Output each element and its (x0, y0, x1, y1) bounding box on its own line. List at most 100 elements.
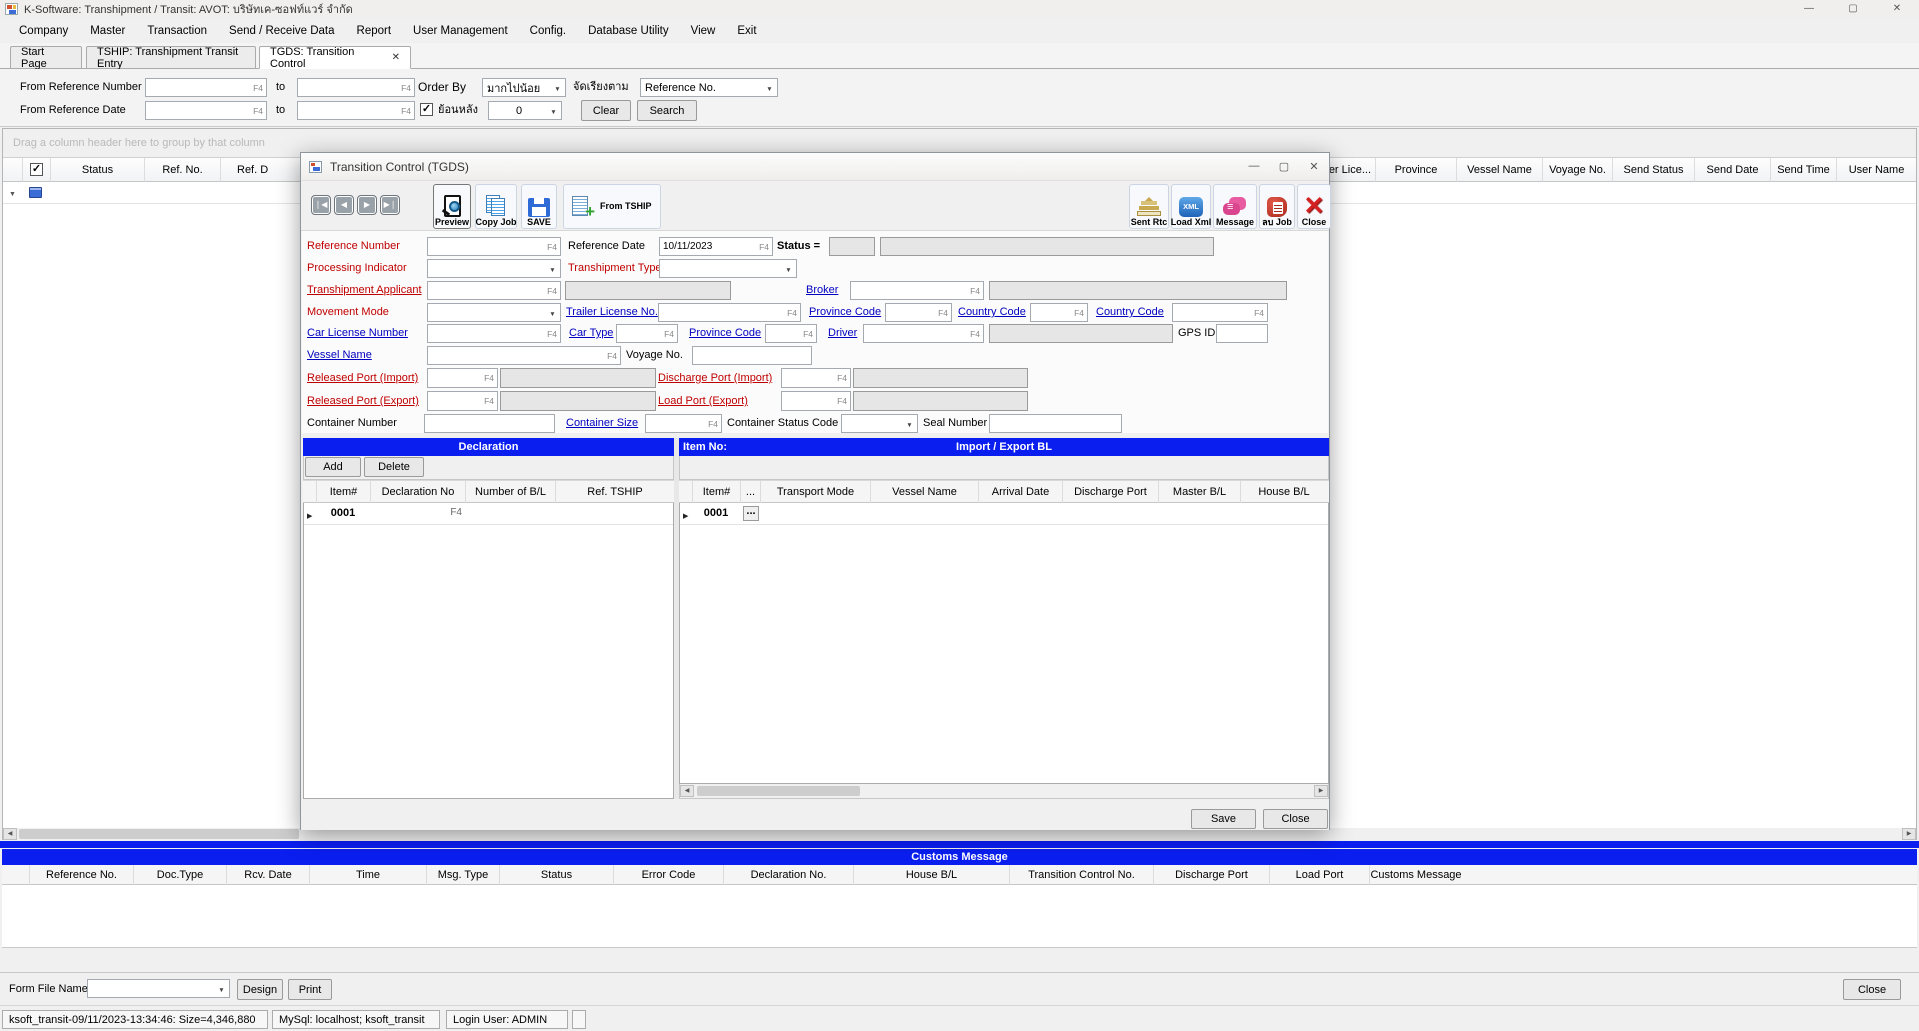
scroll-thumb[interactable] (697, 786, 860, 796)
col-ref-no[interactable]: Ref. No. (145, 158, 221, 182)
declaration-row[interactable]: 0001 F4 (304, 503, 673, 525)
declaration-add-button[interactable]: Add (305, 457, 361, 477)
declaration-delete-button[interactable]: Delete (364, 457, 424, 477)
next-record-icon[interactable]: ▶ (357, 195, 377, 215)
declaration-col-item[interactable]: Item# (317, 481, 371, 503)
seal-number-input[interactable] (989, 414, 1122, 433)
sent-rtc-button[interactable]: Sent Rtc (1129, 184, 1169, 229)
load-xml-button[interactable]: XML Load Xml (1171, 184, 1211, 229)
menu-exit[interactable]: Exit (726, 25, 767, 37)
prev-record-icon[interactable]: ◀ (334, 195, 354, 215)
search-button[interactable]: Search (637, 100, 697, 121)
trailer-license-no-input[interactable]: F4 (658, 303, 801, 322)
from-tship-button[interactable]: + From TSHIP (563, 184, 661, 229)
broker-label[interactable]: Broker (806, 281, 838, 299)
container-number-input[interactable] (424, 414, 555, 433)
col-ref-d[interactable]: Ref. D (221, 158, 303, 182)
customs-col-reference-no[interactable]: Reference No. (30, 865, 134, 885)
tab-start-page[interactable]: Start Page (10, 46, 82, 69)
tab-close-icon[interactable]: ✕ (392, 52, 400, 63)
container-status-code-select[interactable] (841, 414, 918, 433)
bl-col-house-bl[interactable]: House B/L (1241, 481, 1327, 503)
country-code-2-input[interactable]: F4 (1172, 303, 1268, 322)
dialog-save-button[interactable]: Save (1191, 809, 1256, 829)
maximize-icon[interactable]: ▢ (1831, 0, 1875, 18)
bl-col-vessel-name[interactable]: Vessel Name (871, 481, 979, 503)
released-port-export-label[interactable]: Released Port (Export) (307, 392, 419, 410)
bl-col-discharge-port[interactable]: Discharge Port (1063, 481, 1159, 503)
delete-job-button[interactable]: ลบ Job (1259, 184, 1295, 229)
col-status[interactable]: Status (51, 158, 145, 182)
country-code-input[interactable]: F4 (1030, 303, 1088, 322)
dialog-maximize-icon[interactable]: ▢ (1269, 160, 1299, 173)
tab-tship[interactable]: TSHIP: Transhipment Transit Entry (86, 46, 256, 69)
customs-col-discharge-port[interactable]: Discharge Port (1154, 865, 1270, 885)
close-job-button[interactable]: ✕ Close (1297, 184, 1331, 229)
menu-config[interactable]: Config. (519, 25, 577, 37)
gps-id-input[interactable] (1216, 324, 1268, 343)
col-send-status[interactable]: Send Status (1613, 158, 1695, 182)
declaration-no-cell-f4[interactable]: F4 (370, 507, 462, 518)
load-port-export-label[interactable]: Load Port (Export) (658, 392, 748, 410)
menu-report[interactable]: Report (346, 25, 403, 37)
container-size-input[interactable]: F4 (645, 414, 722, 433)
customs-col-load-port[interactable]: Load Port (1270, 865, 1370, 885)
declaration-col-number-of-bl[interactable]: Number of B/L (466, 481, 556, 503)
minimize-icon[interactable]: — (1787, 0, 1831, 18)
print-button[interactable]: Print (288, 979, 332, 1000)
country-code-2-label[interactable]: Country Code (1096, 303, 1164, 321)
transhipment-applicant-input[interactable]: F4 (427, 281, 561, 300)
discharge-port-import-input[interactable]: F4 (781, 368, 851, 388)
customs-col-transition-control-no[interactable]: Transition Control No. (1010, 865, 1154, 885)
vessel-name-input[interactable]: F4 (427, 346, 621, 365)
col-vessel-name[interactable]: Vessel Name (1457, 158, 1543, 182)
scroll-left-icon[interactable]: ◀ (3, 828, 17, 840)
car-type-label[interactable]: Car Type (569, 324, 613, 342)
container-size-label[interactable]: Container Size (566, 414, 638, 432)
province-code-2-input[interactable]: F4 (765, 324, 817, 343)
scroll-thumb[interactable] (19, 829, 299, 839)
bl-col-master-bl[interactable]: Master B/L (1159, 481, 1241, 503)
driver-label[interactable]: Driver (828, 324, 857, 342)
broker-input[interactable]: F4 (850, 281, 984, 300)
country-code-label[interactable]: Country Code (958, 303, 1026, 321)
menu-view[interactable]: View (680, 25, 727, 37)
menu-database-utility[interactable]: Database Utility (577, 25, 680, 37)
col-user-name[interactable]: User Name (1837, 158, 1916, 182)
customs-col-time[interactable]: Time (310, 865, 427, 885)
first-record-icon[interactable]: ❘◀ (311, 195, 331, 215)
last-record-icon[interactable]: ▶❘ (380, 195, 400, 215)
car-license-number-label[interactable]: Car License Number (307, 324, 408, 342)
select-all-header[interactable] (23, 158, 51, 182)
load-port-export-input[interactable]: F4 (781, 391, 851, 411)
customs-col-error-code[interactable]: Error Code (614, 865, 724, 885)
bl-more-button[interactable]: ... (743, 506, 759, 521)
customs-col-rcv-date[interactable]: Rcv. Date (227, 865, 310, 885)
transhipment-applicant-label[interactable]: Transhipment Applicant (307, 281, 422, 299)
from-reference-date-input[interactable]: F4 (145, 101, 267, 120)
scroll-right-icon[interactable]: ▶ (1314, 785, 1328, 797)
form-file-name-select[interactable] (87, 979, 230, 998)
menu-company[interactable]: Company (8, 25, 79, 37)
close-icon[interactable]: ✕ (1875, 0, 1919, 18)
backdate-count-select[interactable]: 0 (488, 101, 562, 120)
province-code-label[interactable]: Province Code (809, 303, 881, 321)
dialog-close-button[interactable]: Close (1263, 809, 1328, 829)
declaration-col-no[interactable]: Declaration No (371, 481, 466, 503)
col-province[interactable]: Province (1376, 158, 1457, 182)
declaration-col-ref-tship[interactable]: Ref. TSHIP (556, 481, 674, 503)
reference-date-input[interactable]: 10/11/2023F4 (659, 237, 773, 256)
menu-user-management[interactable]: User Management (402, 25, 519, 37)
col-send-time[interactable]: Send Time (1771, 158, 1837, 182)
bottom-close-button[interactable]: Close (1843, 979, 1901, 1000)
scroll-right-icon[interactable]: ▶ (1902, 828, 1916, 840)
driver-input[interactable]: F4 (863, 324, 984, 343)
bl-col-more[interactable]: ... (741, 481, 761, 503)
province-code-2-label[interactable]: Province Code (689, 324, 761, 342)
menu-send-receive-data[interactable]: Send / Receive Data (218, 25, 345, 37)
movement-mode-select[interactable] (427, 303, 561, 322)
transhipment-type-select[interactable] (659, 259, 797, 278)
reference-number-input[interactable]: F4 (427, 237, 561, 256)
bl-col-transport-mode[interactable]: Transport Mode (761, 481, 871, 503)
order-by-select[interactable]: มากไปน้อย (482, 78, 566, 97)
